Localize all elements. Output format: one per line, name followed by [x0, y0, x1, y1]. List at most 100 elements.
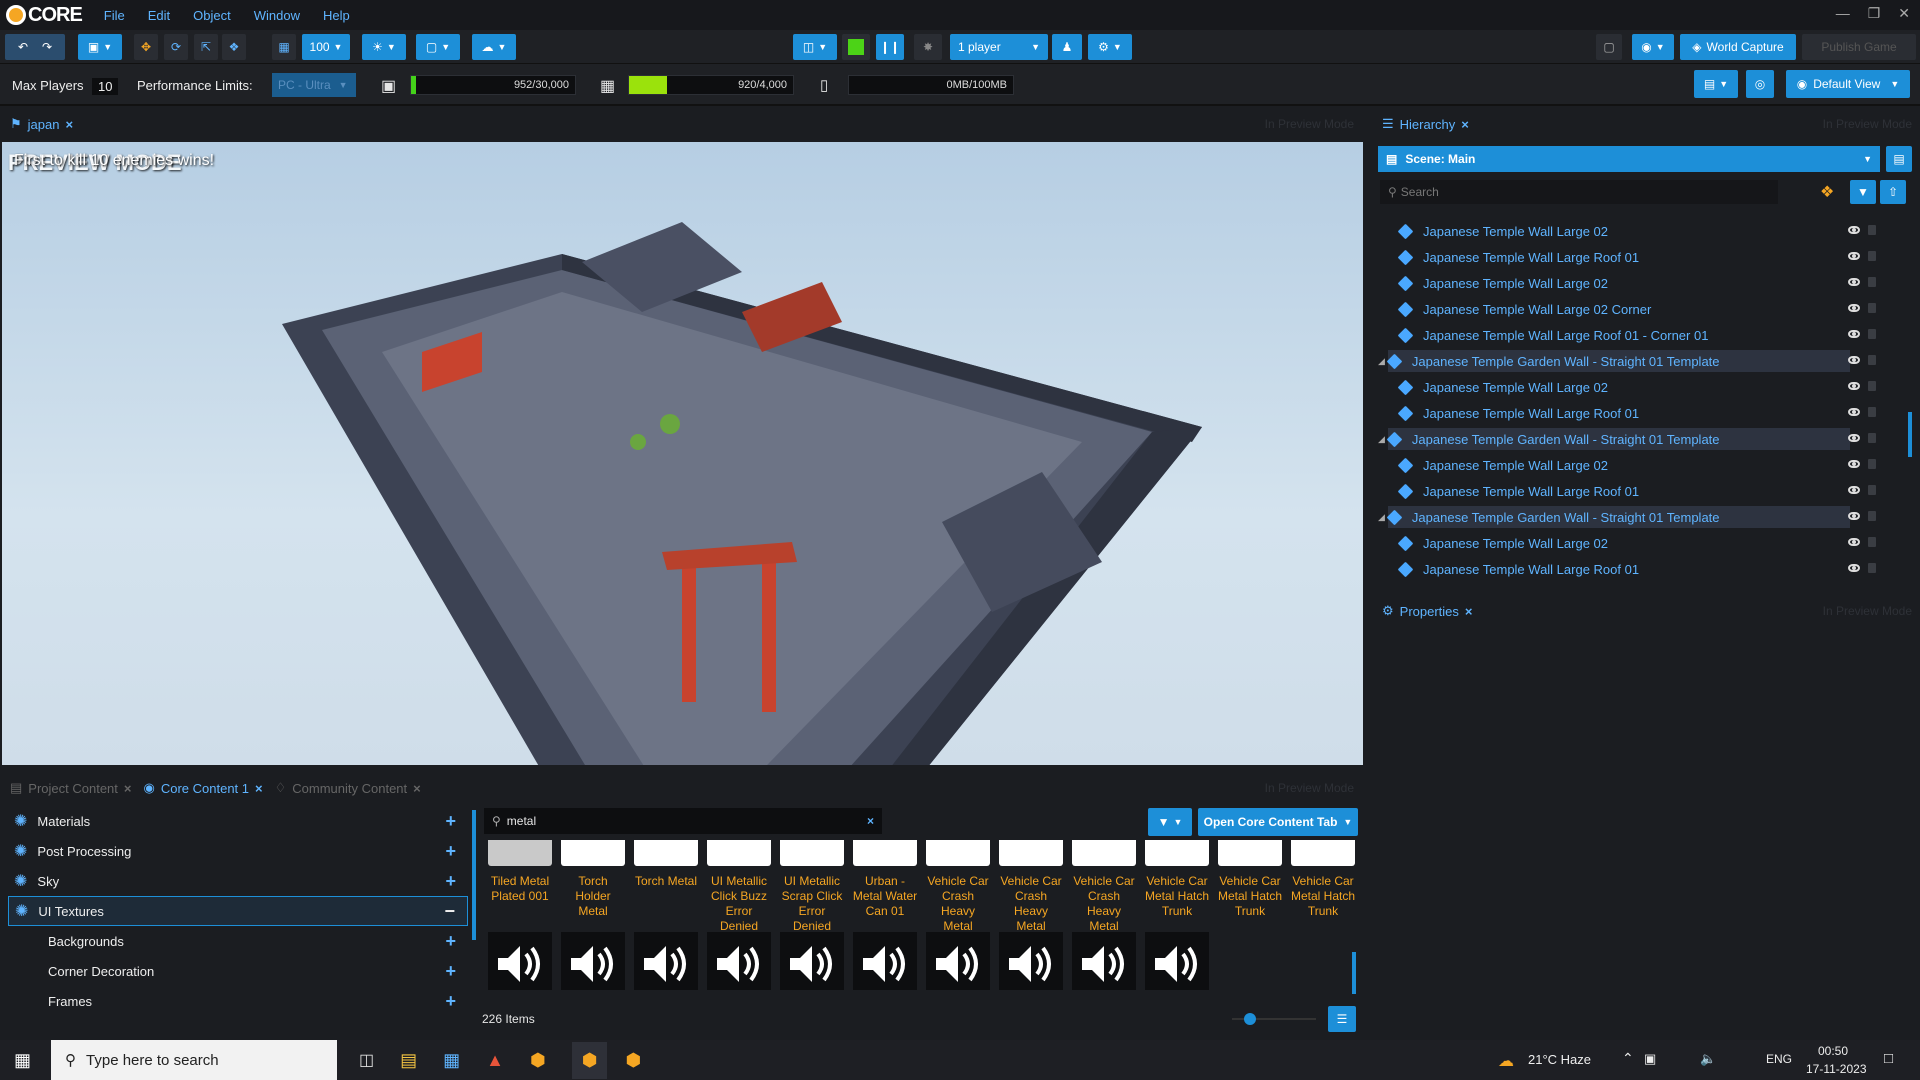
network-icon[interactable]: ▣	[1644, 1051, 1656, 1067]
hierarchy-item[interactable]: Japanese Temple Wall Large 02	[1378, 374, 1918, 400]
close-tab-icon[interactable]: ×	[1465, 604, 1473, 619]
tab-community-content[interactable]: ♢ Community Content ×	[269, 780, 427, 796]
player-count-dropdown[interactable]: 1 player ▼	[950, 34, 1048, 60]
close-tab-icon[interactable]: ×	[413, 781, 421, 796]
pause-button[interactable]: ❙❙	[876, 34, 904, 60]
hierarchy-item[interactable]: Japanese Temple Wall Large 02 Corner	[1378, 296, 1918, 322]
visibility-eye-icon[interactable]	[1848, 434, 1860, 442]
minimize-icon[interactable]: —	[1836, 5, 1850, 22]
visibility-eye-icon[interactable]	[1848, 382, 1860, 390]
visibility-eye-icon[interactable]	[1848, 486, 1860, 494]
lock-icon[interactable]	[1868, 433, 1876, 443]
grid-size-dropdown[interactable]: 100 ▼	[302, 34, 350, 60]
visibility-eye-icon[interactable]	[1848, 252, 1860, 260]
clear-search-icon[interactable]: ×	[867, 814, 874, 828]
visibility-eye-icon[interactable]	[1848, 408, 1860, 416]
visibility-eye-icon[interactable]	[1848, 512, 1860, 520]
tab-project-content[interactable]: ▤ Project Content ×	[4, 780, 138, 796]
scale-tool-icon[interactable]: ⇱	[194, 34, 218, 60]
hierarchy-scrollbar[interactable]	[1908, 412, 1912, 457]
lock-icon[interactable]	[1868, 459, 1876, 469]
audio-asset-tile[interactable]	[1145, 932, 1209, 990]
menu-file[interactable]: File	[104, 8, 125, 23]
menu-object[interactable]: Object	[193, 8, 231, 23]
category-item[interactable]: ✺ UI Textures −	[8, 896, 468, 926]
visibility-eye-icon[interactable]	[1848, 538, 1860, 546]
list-view-icon[interactable]: ☰	[1328, 1006, 1356, 1032]
expand-plus-icon[interactable]: +	[445, 931, 456, 952]
hierarchy-item[interactable]: Japanese Temple Wall Large Roof 01 - Cor…	[1378, 322, 1918, 348]
file-explorer-icon[interactable]: ▤	[400, 1050, 417, 1071]
asset-tile-label[interactable]: Vehicle Car Crash Heavy Metal	[998, 874, 1064, 934]
taskbar-search[interactable]: ⚲ Type here to search	[51, 1040, 338, 1080]
audio-asset-tile[interactable]	[488, 932, 552, 990]
expand-arrow-icon[interactable]: ◢	[1378, 356, 1385, 367]
camera-speed-button[interactable]: ☀ ▼	[362, 34, 406, 60]
hierarchy-item[interactable]: Japanese Temple Wall Large 02	[1378, 270, 1918, 296]
hierarchy-item[interactable]: Japanese Temple Wall Large Roof 01	[1378, 478, 1918, 504]
expand-arrow-icon[interactable]: ◢	[1378, 434, 1385, 445]
hierarchy-search-input[interactable]: ⚲ Search	[1380, 180, 1778, 204]
hierarchy-item[interactable]: Japanese Temple Wall Large Roof 01	[1378, 400, 1918, 426]
hierarchy-item[interactable]: Japanese Temple Wall Large Roof 01	[1378, 244, 1918, 270]
close-icon[interactable]: ✕	[1898, 5, 1910, 22]
content-filter-button[interactable]: ▼ ▼	[1148, 808, 1192, 836]
content-search-input[interactable]: ⚲ metal ×	[484, 808, 882, 834]
asset-tile-label[interactable]: Torch Holder Metal	[560, 874, 626, 919]
expand-plus-icon[interactable]: +	[445, 991, 456, 1012]
asset-thumbnail[interactable]	[561, 840, 625, 866]
category-scrollbar[interactable]	[472, 810, 476, 940]
close-tab-icon[interactable]: ×	[1461, 117, 1469, 132]
asset-tile-label[interactable]: Vehicle Car Crash Heavy Metal	[925, 874, 991, 934]
asset-thumbnail[interactable]	[488, 840, 552, 866]
tab-hierarchy[interactable]: ☰ Hierarchy ×	[1376, 116, 1475, 132]
slider-knob[interactable]	[1244, 1013, 1256, 1025]
view-mode-button[interactable]: ▢ ▼	[416, 34, 460, 60]
category-item[interactable]: Frames +	[8, 986, 468, 1016]
visibility-eye-icon[interactable]	[1848, 460, 1860, 468]
camera-capture-button[interactable]: ◉ ▼	[1632, 34, 1674, 60]
lock-icon[interactable]	[1868, 407, 1876, 417]
visibility-eye-icon[interactable]	[1848, 278, 1860, 286]
asset-tile-label[interactable]: Vehicle Car Metal Hatch Trunk	[1144, 874, 1210, 919]
max-players-value[interactable]: 10	[92, 78, 119, 95]
open-core-content-tab-button[interactable]: Open Core Content Tab ▼	[1198, 808, 1358, 836]
asset-tile-label[interactable]: Torch Metal	[633, 874, 699, 889]
visibility-eye-icon[interactable]	[1848, 304, 1860, 312]
world-capture-button[interactable]: ◈ World Capture	[1680, 34, 1796, 60]
asset-thumbnail[interactable]	[780, 840, 844, 866]
lock-icon[interactable]	[1868, 277, 1876, 287]
tab-core-content[interactable]: ◉ Core Content 1 ×	[138, 780, 269, 796]
lock-icon[interactable]	[1868, 303, 1876, 313]
selection-mode-button[interactable]: ▣ ▼	[78, 34, 122, 60]
redo-icon[interactable]: ↷	[42, 40, 52, 54]
category-item[interactable]: ✺ Post Processing +	[8, 836, 468, 866]
language-indicator[interactable]: ENG	[1766, 1052, 1792, 1066]
core-launcher-icon[interactable]: ⬢	[625, 1050, 641, 1071]
world-space-icon[interactable]: ❖	[222, 34, 246, 60]
brave-browser-icon[interactable]: ▲	[486, 1050, 504, 1071]
asset-thumbnail[interactable]	[707, 840, 771, 866]
hierarchy-item[interactable]: Japanese Temple Wall Large 02	[1378, 218, 1918, 244]
add-player-icon[interactable]: ♟	[1052, 34, 1082, 60]
expand-plus-icon[interactable]: +	[445, 961, 456, 982]
asset-thumbnail[interactable]	[1072, 840, 1136, 866]
bug-icon[interactable]: ✸	[914, 34, 942, 60]
lock-icon[interactable]	[1868, 381, 1876, 391]
audio-asset-tile[interactable]	[634, 932, 698, 990]
notifications-icon[interactable]: □	[1884, 1050, 1893, 1067]
lock-icon[interactable]	[1868, 511, 1876, 521]
scene-settings-icon[interactable]: ▤	[1886, 146, 1912, 172]
visibility-eye-icon[interactable]	[1848, 564, 1860, 572]
collapse-minus-icon[interactable]: −	[444, 901, 455, 922]
menu-edit[interactable]: Edit	[148, 8, 170, 23]
scene-dropdown[interactable]: ▤ Scene: Main ▼	[1378, 146, 1880, 172]
asset-tile-label[interactable]: Vehicle Car Metal Hatch Trunk	[1290, 874, 1356, 919]
visibility-eye-icon[interactable]	[1848, 330, 1860, 338]
lock-icon[interactable]	[1868, 563, 1876, 573]
move-tool-icon[interactable]: ✥	[134, 34, 158, 60]
multiplayer-preview-button[interactable]: ◫ ▼	[793, 34, 837, 60]
lock-icon[interactable]	[1868, 537, 1876, 547]
asset-thumbnail[interactable]	[1218, 840, 1282, 866]
hierarchy-item[interactable]: ◢ Japanese Temple Garden Wall - Straight …	[1378, 504, 1918, 530]
